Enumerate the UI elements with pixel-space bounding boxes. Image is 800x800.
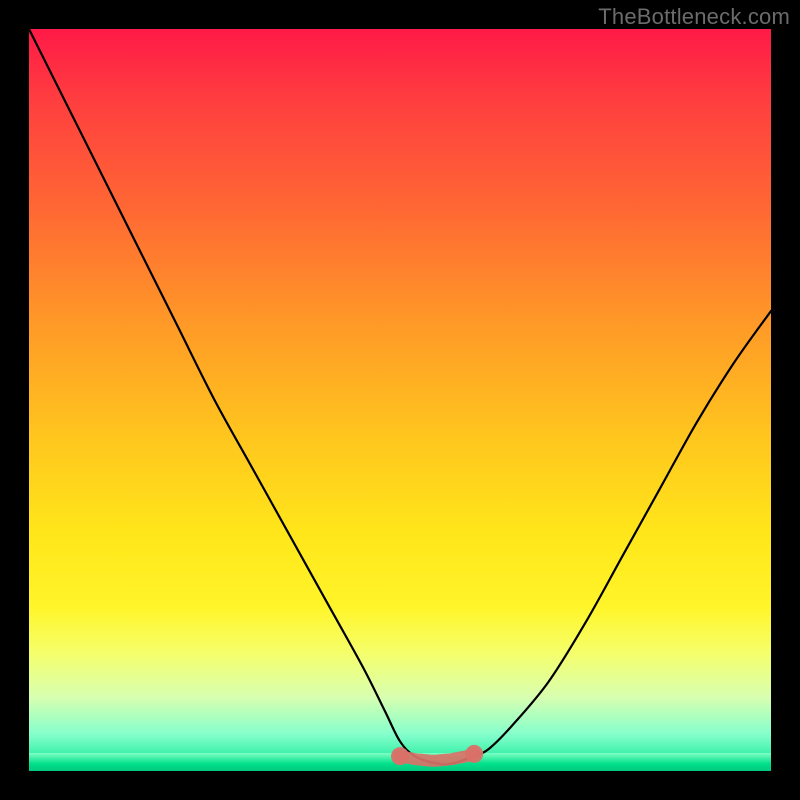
curve-layer [29,29,771,771]
watermark-text: TheBottleneck.com [598,4,790,30]
chart-frame: TheBottleneck.com [0,0,800,800]
plot-area [29,29,771,771]
bottleneck-curve [29,29,771,765]
